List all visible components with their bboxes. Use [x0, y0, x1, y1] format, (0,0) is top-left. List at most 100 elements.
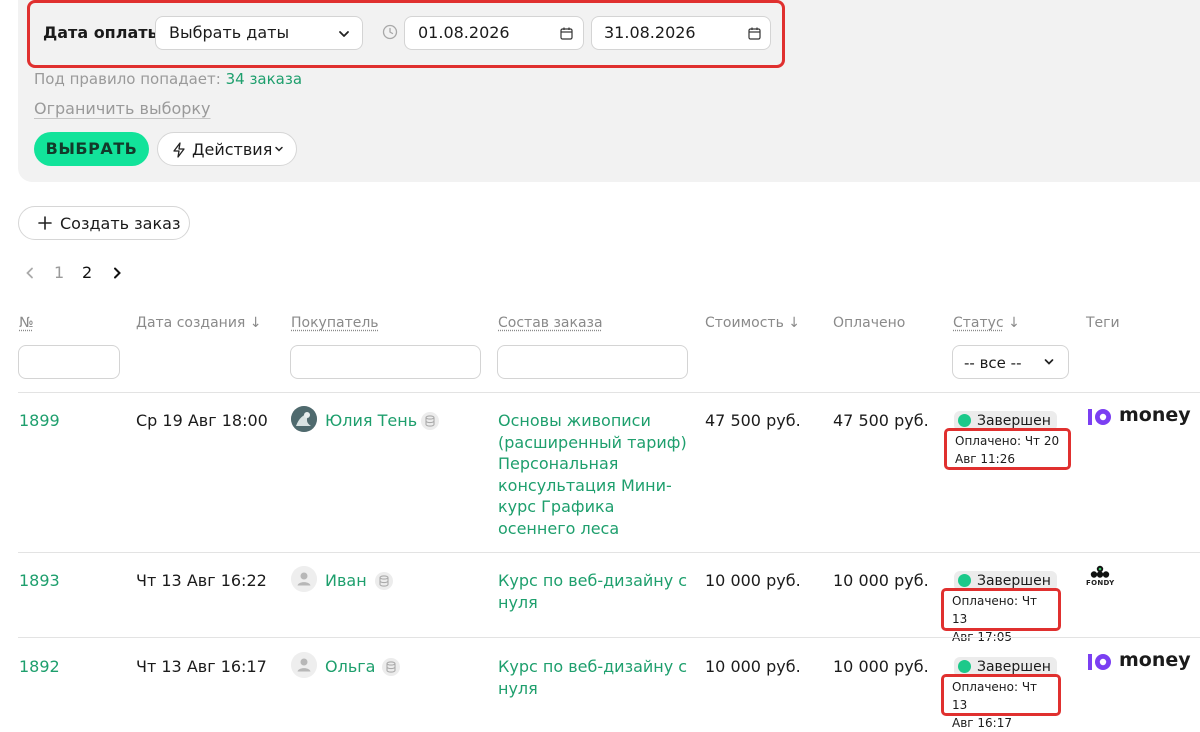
- header-status[interactable]: Статус ↓: [953, 314, 1020, 332]
- avatar: [291, 566, 317, 592]
- status-dot-icon: [958, 660, 971, 673]
- calendar-icon[interactable]: [560, 27, 573, 40]
- money-logo-text: money: [1119, 649, 1191, 671]
- table-row[interactable]: 1899 Ср 19 Авг 18:00 Юлия Тень Основы жи…: [0, 393, 1200, 552]
- order-cost: 10 000 руб.: [705, 570, 801, 592]
- header-cost-label: Стоимость: [705, 315, 784, 331]
- paid-info-line: Оплачено: Чт 13: [952, 678, 1050, 714]
- buyer-name-link[interactable]: Ольга: [325, 656, 375, 678]
- sort-arrow-icon: ↓: [788, 315, 800, 331]
- composition-line: нуля: [498, 592, 687, 614]
- header-composition[interactable]: Состав заказа: [498, 314, 603, 332]
- fondy-logo: FONDY: [1086, 565, 1114, 588]
- order-composition-link[interactable]: Курс по веб-дизайну с нуля: [498, 656, 687, 699]
- header-paid: Оплачено: [833, 314, 905, 332]
- composition-line: Основы живописи: [498, 410, 687, 432]
- composition-line: (расширенный тариф): [498, 432, 687, 454]
- calendar-icon[interactable]: [748, 27, 761, 40]
- order-id-link[interactable]: 1893: [19, 570, 60, 592]
- date-mode-select[interactable]: Выбрать даты: [155, 16, 363, 50]
- money-logo-text: money: [1119, 404, 1191, 426]
- database-icon[interactable]: [382, 658, 400, 676]
- paid-info-highlight: Оплачено: Чт 20 Авг 11:26: [944, 428, 1071, 470]
- create-order-label: Создать заказ: [60, 214, 180, 234]
- table-row[interactable]: 1892 Чт 13 Авг 16:17 Ольга Курс по веб-д…: [0, 638, 1200, 716]
- header-cost[interactable]: Стоимость ↓: [705, 314, 800, 332]
- order-paid: 10 000 руб.: [833, 570, 929, 592]
- rule-summary: Под правило попадает: 34 заказа: [34, 69, 302, 89]
- fondy-logo-text: FONDY: [1086, 579, 1114, 588]
- order-paid: 10 000 руб.: [833, 656, 929, 678]
- table-row[interactable]: 1893 Чт 13 Авг 16:22 Иван Курс по веб-ди…: [0, 553, 1200, 637]
- paid-info-line: Оплачено: Чт 13: [952, 592, 1050, 628]
- database-icon[interactable]: [421, 412, 439, 430]
- status-filter-select[interactable]: -- все --: [952, 345, 1069, 379]
- order-cost: 47 500 руб.: [705, 410, 801, 432]
- chevron-down-icon: [337, 27, 351, 41]
- composition-line: Персональная: [498, 453, 687, 475]
- limit-selection-link[interactable]: Ограничить выборку: [34, 99, 211, 119]
- composition-line: Курс по веб-дизайну с: [498, 570, 687, 592]
- lightning-icon: [172, 142, 186, 158]
- paid-info-highlight: Оплачено: Чт 13 Авг 17:05: [941, 588, 1061, 631]
- filter-composition-input[interactable]: [497, 345, 688, 379]
- paid-info-highlight: Оплачено: Чт 13 Авг 16:17: [941, 674, 1061, 716]
- header-status-label: Статус: [953, 315, 1004, 331]
- rule-text: Под правило попадает:: [34, 70, 221, 88]
- paid-info-line: Авг 16:17: [952, 714, 1050, 732]
- status-dot-icon: [958, 414, 971, 427]
- buyer-name-link[interactable]: Иван: [325, 570, 367, 592]
- composition-line: Курс по веб-дизайну с: [498, 656, 687, 678]
- rule-count-link[interactable]: 34 заказа: [226, 70, 302, 88]
- order-composition-link[interactable]: Основы живописи (расширенный тариф) Перс…: [498, 410, 687, 539]
- composition-line: курс Графика: [498, 496, 687, 518]
- paid-info-line: Оплачено: Чт 20: [955, 432, 1060, 450]
- header-created-label: Дата создания: [136, 315, 245, 331]
- order-cost: 10 000 руб.: [705, 656, 801, 678]
- avatar: [291, 406, 317, 432]
- composition-line: консультация Мини-: [498, 475, 687, 497]
- header-buyer[interactable]: Покупатель: [291, 314, 379, 332]
- chevron-down-icon: [1043, 356, 1055, 368]
- select-button[interactable]: ВЫБРАТЬ: [34, 132, 149, 166]
- plus-icon: [38, 216, 52, 230]
- status-label: Завершен: [977, 413, 1051, 429]
- sort-arrow-icon: ↓: [1008, 315, 1020, 331]
- composition-line: нуля: [498, 678, 687, 700]
- chevron-right-icon[interactable]: [112, 267, 122, 279]
- date-from-value: 01.08.2026: [418, 23, 510, 43]
- avatar: [291, 652, 317, 678]
- filter-num-input[interactable]: [18, 345, 120, 379]
- filter-buyer-input[interactable]: [290, 345, 481, 379]
- database-icon[interactable]: [375, 572, 393, 590]
- page-2-current[interactable]: 2: [82, 263, 92, 283]
- order-id-link[interactable]: 1892: [19, 656, 60, 678]
- chevron-left-icon[interactable]: [25, 267, 35, 279]
- status-dot-icon: [958, 574, 971, 587]
- header-tags: Теги: [1086, 314, 1120, 332]
- paid-info-line: Авг 11:26: [955, 450, 1060, 468]
- clock-icon: [382, 24, 398, 40]
- sort-arrow-icon: ↓: [250, 315, 262, 331]
- header-num[interactable]: №: [19, 314, 34, 332]
- date-to-value: 31.08.2026: [604, 23, 696, 43]
- order-paid: 47 500 руб.: [833, 410, 929, 432]
- status-label: Завершен: [977, 659, 1051, 675]
- created-date: Ср 19 Авг 18:00: [136, 410, 268, 432]
- date-to-input[interactable]: 31.08.2026: [591, 16, 771, 50]
- header-created[interactable]: Дата создания ↓: [136, 314, 262, 332]
- status-filter-value: -- все --: [964, 353, 1022, 373]
- order-id-link[interactable]: 1899: [19, 410, 60, 432]
- status-label: Завершен: [977, 573, 1051, 589]
- order-composition-link[interactable]: Курс по веб-дизайну с нуля: [498, 570, 687, 613]
- filter-label: Дата оплаты: [43, 23, 162, 43]
- actions-button[interactable]: Действия: [157, 132, 297, 166]
- create-order-button[interactable]: Создать заказ: [18, 206, 190, 240]
- chevron-down-icon: [274, 144, 284, 154]
- page-1[interactable]: 1: [54, 263, 64, 283]
- actions-label: Действия: [192, 140, 272, 160]
- date-from-input[interactable]: 01.08.2026: [404, 16, 584, 50]
- created-date: Чт 13 Авг 16:22: [136, 570, 267, 592]
- buyer-name-link[interactable]: Юлия Тень: [325, 410, 417, 432]
- composition-line: осеннего леса: [498, 518, 687, 540]
